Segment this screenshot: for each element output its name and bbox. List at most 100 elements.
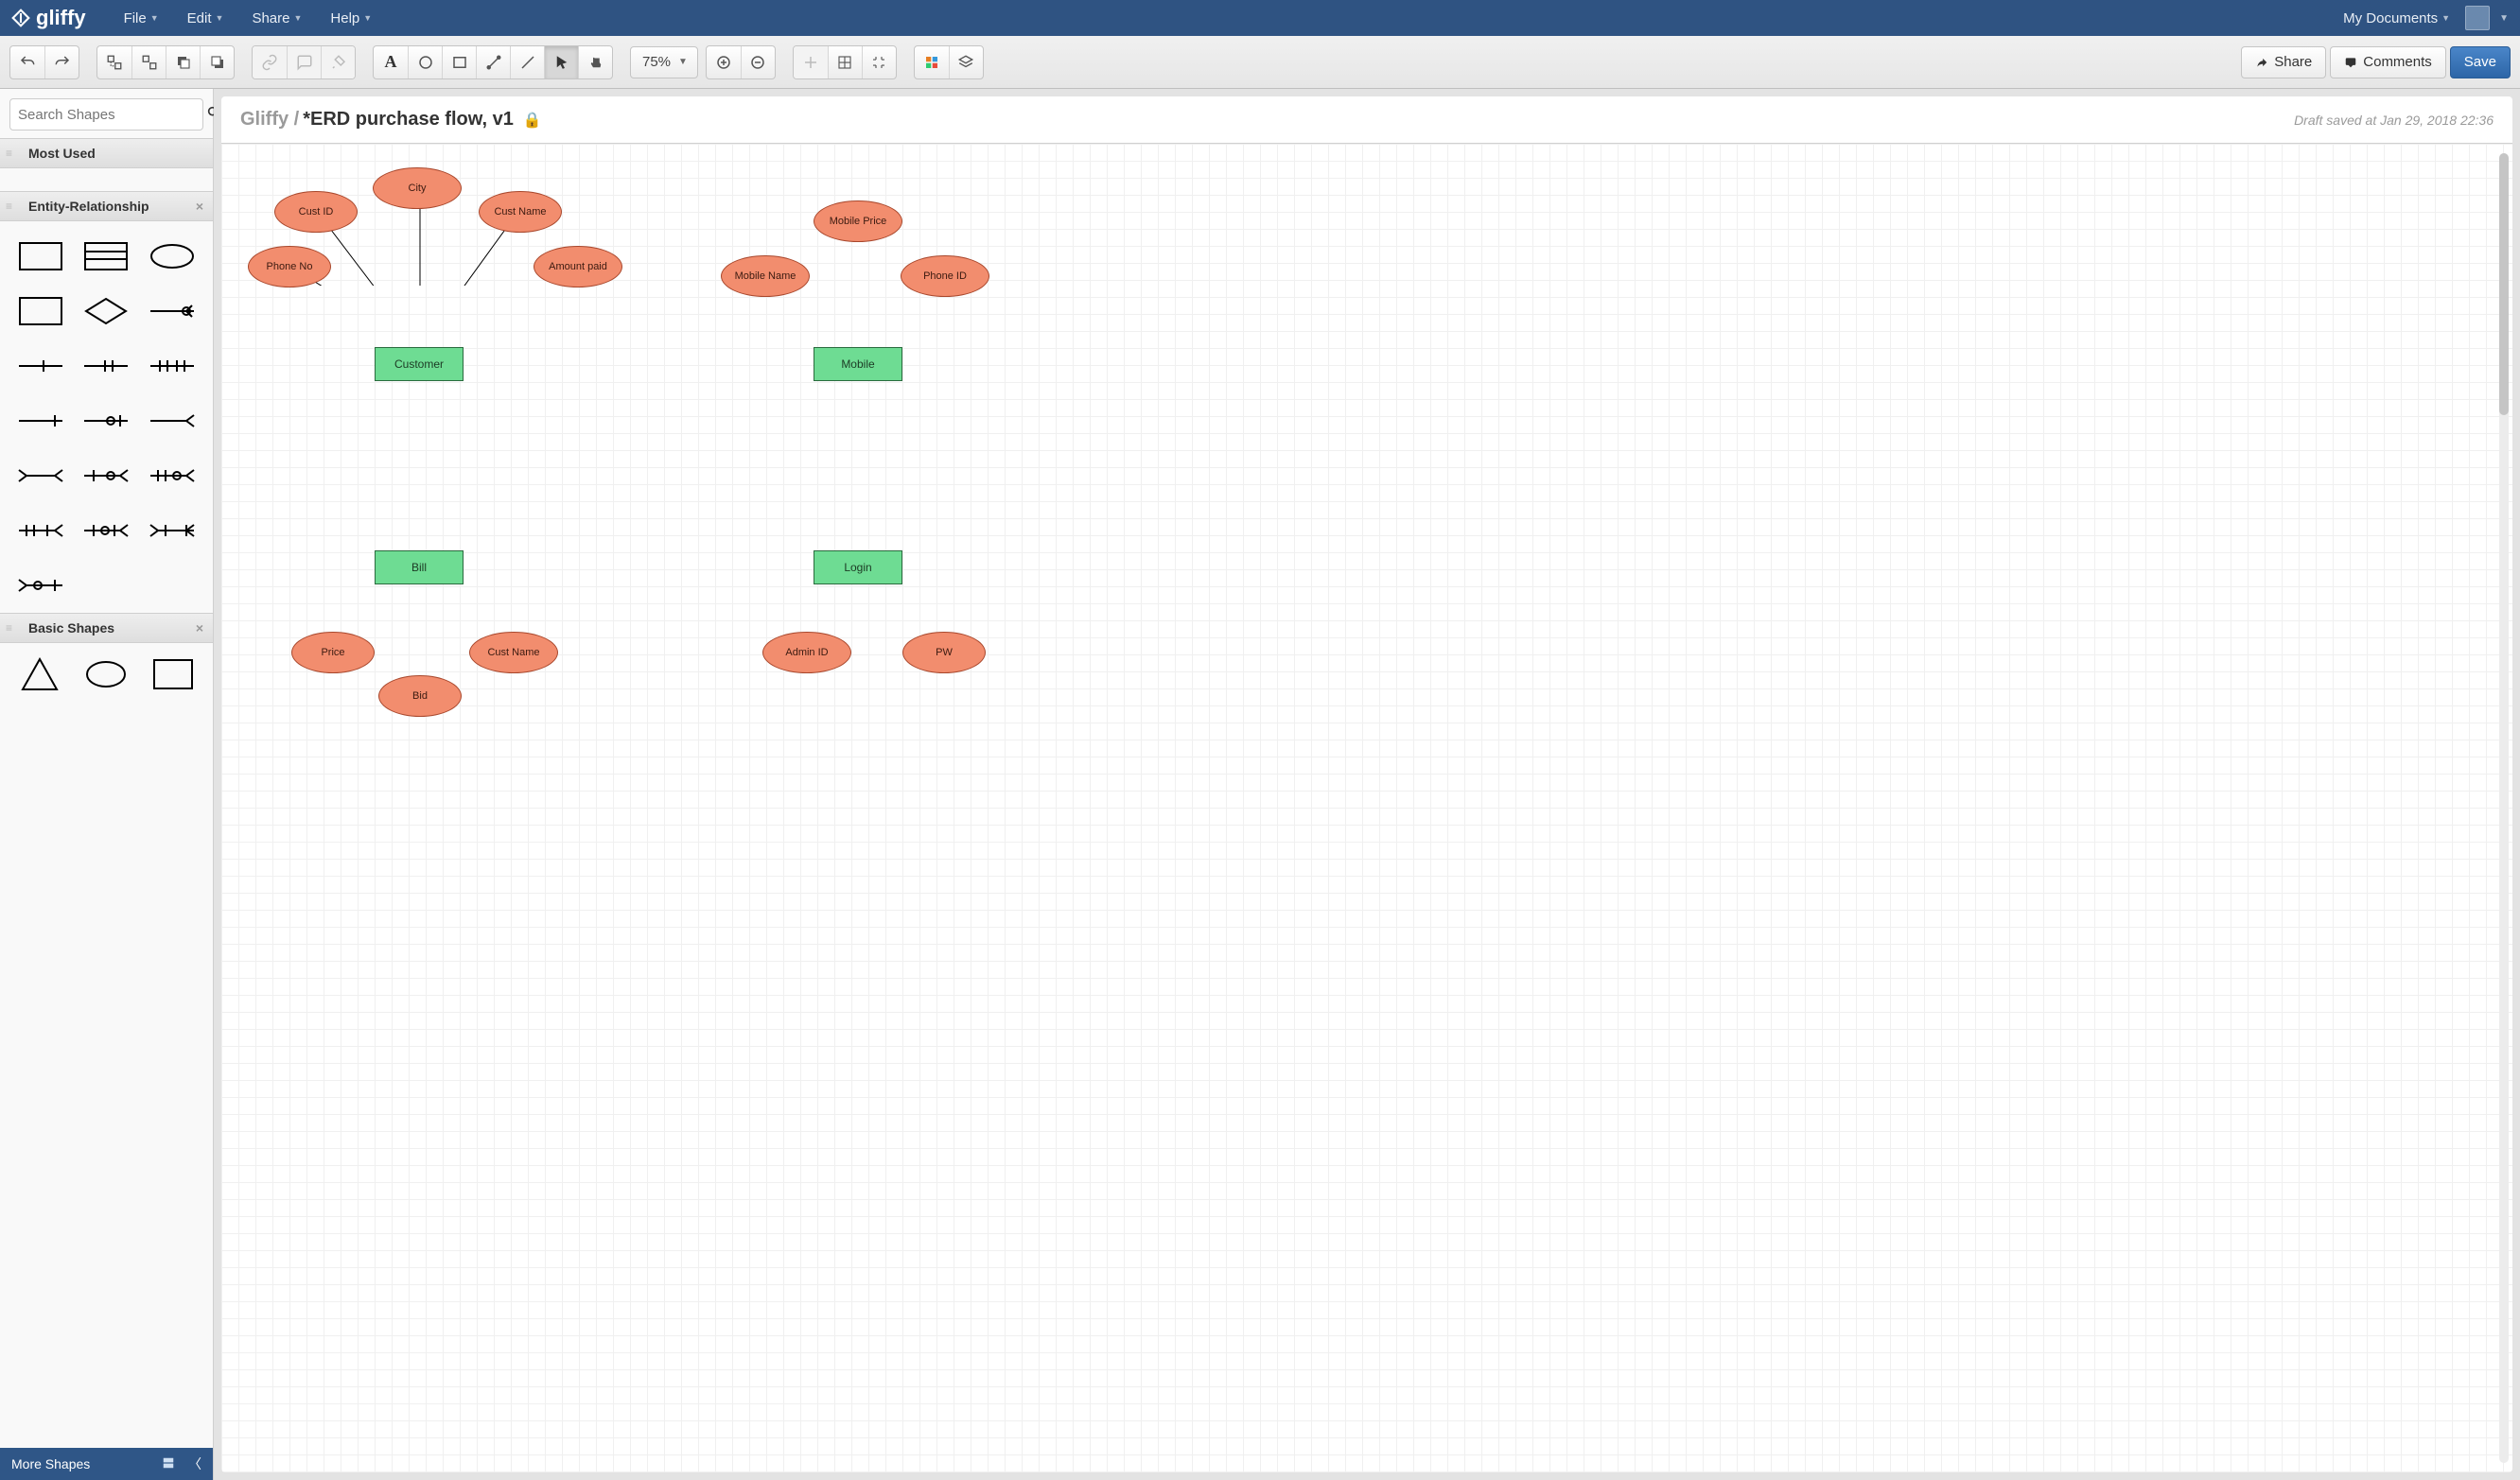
menu-share[interactable]: Share▼ [252,10,302,26]
er-shape-zero-one[interactable] [79,403,134,439]
shape-ellipse[interactable] [79,656,132,692]
more-shapes-button[interactable]: More Shapes [11,1456,90,1471]
text-tool-button[interactable]: A [374,46,408,78]
shape-triangle[interactable] [13,656,66,692]
er-shape-rel-one-one[interactable] [145,293,200,329]
menubar-right: My Documents▼ ▼ [2343,6,2509,30]
er-shape-one-only[interactable] [79,348,134,384]
close-icon[interactable]: × [196,199,203,214]
avatar[interactable] [2465,6,2490,30]
pan-tool-button[interactable] [578,46,612,78]
entity-bill[interactable]: Bill [375,550,464,584]
attr-cust-id[interactable]: Cust ID [274,191,358,233]
attr-label: Cust Name [487,647,539,658]
menu-file-label: File [124,10,147,26]
er-shapes-grid [0,221,213,613]
breadcrumb[interactable]: Gliffy / [240,109,299,131]
snap-guides-button [794,46,828,78]
bring-front-button[interactable] [166,46,200,78]
group-button[interactable] [97,46,131,78]
saved-status: Draft saved at Jan 29, 2018 22:36 [2294,113,2494,128]
grid-button[interactable] [828,46,862,78]
attr-mobile-price[interactable]: Mobile Price [814,200,902,242]
theme-color-button[interactable] [915,46,949,78]
save-button[interactable]: Save [2450,46,2511,78]
vertical-scrollbar[interactable] [2499,153,2509,1463]
er-shape-one-one-many[interactable] [13,513,68,548]
er-shape-one-only-both[interactable] [145,348,200,384]
menu-file[interactable]: File▼ [124,10,159,26]
attr-price[interactable]: Price [291,632,375,673]
comments-icon [2344,56,2357,69]
er-shape-one-zero-many-alt[interactable] [79,513,134,548]
ellipse-tool-button[interactable] [408,46,442,78]
rect-tool-button[interactable] [442,46,476,78]
attr-cust-name[interactable]: Cust Name [479,191,562,233]
er-shape-plain-line[interactable] [13,403,68,439]
zoom-value: 75% [631,54,678,70]
connector-tool-button[interactable] [476,46,510,78]
er-shape-zero-one-many[interactable] [13,567,68,603]
sidebar-footer: More Shapes 〈 [0,1448,213,1480]
attr-city[interactable]: City [373,167,462,209]
er-shape-many-both[interactable] [13,458,68,494]
attr-phone-no[interactable]: Phone No [248,246,331,287]
attr-bid[interactable]: Bid [378,675,462,717]
menu-help[interactable]: Help▼ [330,10,372,26]
entity-mobile[interactable]: Mobile [814,347,902,381]
menu-my-documents[interactable]: My Documents▼ [2343,10,2450,26]
search-input[interactable] [18,107,206,123]
search-input-wrap[interactable] [9,98,203,131]
er-shape-relationship[interactable] [79,293,134,329]
entity-login[interactable]: Login [814,550,902,584]
collapse-sidebar-icon[interactable]: 〈 [188,1454,201,1473]
entity-customer[interactable]: Customer [375,347,464,381]
er-shape-one-many-zero[interactable] [79,458,134,494]
zoom-out-button[interactable] [741,46,775,78]
category-most-used[interactable]: ≡ Most Used [0,138,213,168]
attr-admin-id[interactable]: Admin ID [762,632,851,673]
er-shape-one-many-one[interactable] [145,513,200,548]
attr-pw[interactable]: PW [902,632,986,673]
er-shape-one-zero-many[interactable] [145,458,200,494]
line-tool-button[interactable] [510,46,544,78]
er-shape-weak-entity[interactable] [13,293,68,329]
menu-list: File▼ Edit▼ Share▼ Help▼ [124,10,373,26]
grip-icon: ≡ [6,621,12,635]
zoom-dropdown[interactable]: 75% ▼ [630,46,698,78]
zoom-in-button[interactable] [707,46,741,78]
comments-button[interactable]: Comments [2330,46,2446,78]
er-shape-entity-header[interactable] [79,238,134,274]
undo-button[interactable] [10,46,44,78]
er-shape-many[interactable] [145,403,200,439]
document-title[interactable]: *ERD purchase flow, v1 [303,109,514,131]
layers-button[interactable] [949,46,983,78]
split-panel-icon[interactable] [162,1456,175,1472]
attr-amount-paid[interactable]: Amount paid [534,246,622,287]
attr-mobile-name[interactable]: Mobile Name [721,255,810,297]
redo-button[interactable] [44,46,79,78]
category-entity-relationship[interactable]: ≡ Entity-Relationship × [0,191,213,221]
chevron-down-icon: ▼ [216,13,224,23]
select-tool-button[interactable] [544,46,578,78]
close-icon[interactable]: × [196,620,203,636]
chevron-down-icon[interactable]: ▼ [2499,13,2509,24]
category-basic-shapes[interactable]: ≡ Basic Shapes × [0,613,213,643]
ungroup-button[interactable] [131,46,166,78]
er-shape-one[interactable] [13,348,68,384]
share-icon [2255,56,2268,69]
snap-grid-button[interactable] [862,46,896,78]
share-button[interactable]: Share [2241,46,2326,78]
menu-edit[interactable]: Edit▼ [187,10,224,26]
attr-label: Cust ID [299,206,334,218]
attr-cust-name-2[interactable]: Cust Name [469,632,558,673]
canvas[interactable]: Customer Phone No Cust ID City Cust Name… [221,144,2512,1472]
er-shape-entity[interactable] [13,238,68,274]
grip-icon: ≡ [6,147,12,160]
scrollbar-thumb[interactable] [2499,153,2509,415]
attr-phone-id[interactable]: Phone ID [901,255,989,297]
logo-icon [11,9,30,27]
shape-rect[interactable] [147,656,200,692]
send-back-button[interactable] [200,46,234,78]
er-shape-attribute[interactable] [145,238,200,274]
